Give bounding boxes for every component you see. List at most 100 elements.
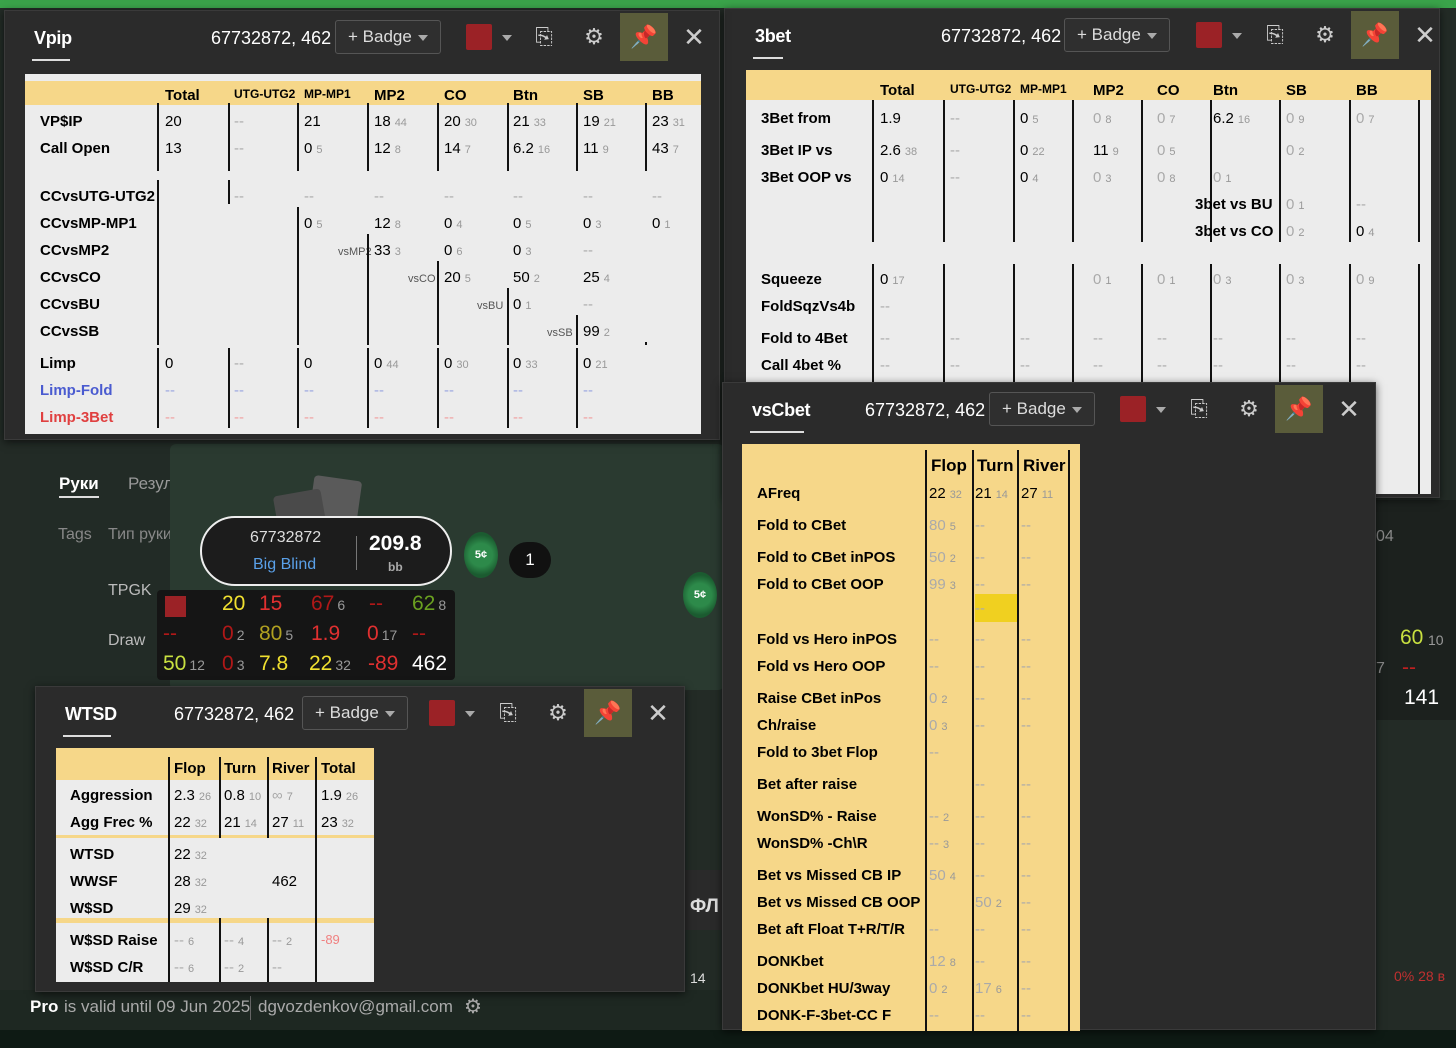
list-item[interactable]: Draw	[108, 632, 145, 650]
hud-stat[interactable]: --	[412, 622, 426, 646]
sample-size: 2	[1298, 146, 1305, 158]
close-icon[interactable]: ✕	[670, 13, 718, 61]
stat-value: --	[1021, 1007, 1031, 1024]
stat-value: 02	[1286, 142, 1305, 159]
stat-value: 21	[304, 113, 321, 130]
sample-size: 4	[456, 219, 463, 231]
window-vpip[interactable]: Vpip 67732872, 462 + Badge ⎘ ⚙ 📌 ✕ Total UTG-UTG…	[4, 10, 720, 440]
stat-value: 03	[1213, 271, 1232, 288]
gear-icon[interactable]: ⚙	[570, 13, 618, 61]
stat-value: --	[583, 242, 593, 259]
stat-value: --	[880, 330, 890, 347]
row-label: W$SD C/R	[70, 959, 144, 976]
copy-icon[interactable]: ⎘	[1175, 385, 1223, 433]
hud-stat[interactable]: 7.8	[259, 652, 288, 676]
column-divider	[297, 103, 299, 171]
hud-sample: 3	[236, 657, 245, 673]
hud-stat[interactable]: 62 8	[412, 592, 446, 616]
color-swatch[interactable]	[1196, 22, 1222, 48]
color-swatch[interactable]	[1120, 396, 1146, 422]
stat-value: 0 17	[880, 271, 905, 288]
pin-icon[interactable]: 📌	[1351, 11, 1399, 59]
window-title: WTSD	[65, 704, 117, 724]
sample-size: 11	[1041, 489, 1054, 501]
gear-icon[interactable]: ⚙	[534, 689, 582, 737]
tab-results[interactable]: Резул	[128, 474, 173, 494]
hud-stat[interactable]: 03	[222, 652, 244, 676]
pin-icon[interactable]: 📌	[584, 689, 632, 737]
sample-size: 3	[595, 219, 602, 231]
settings-icon[interactable]: ⚙	[464, 994, 482, 1019]
sample-size: 26	[345, 791, 359, 803]
pin-icon[interactable]: 📌	[620, 13, 668, 61]
hud-stat[interactable]: 80 5	[259, 622, 293, 646]
hud-stat[interactable]: 1.9	[311, 622, 340, 646]
stat-value: 27 11	[272, 814, 305, 831]
sample-size: 2	[286, 936, 293, 948]
hud-stat[interactable]: 0 17	[367, 622, 397, 646]
stat-value: 13	[165, 140, 182, 157]
hud-stat[interactable]: 50 12	[163, 652, 205, 676]
sample-size: 2	[949, 553, 956, 565]
hud-stat[interactable]: 15	[259, 592, 282, 616]
taskbar	[0, 1030, 1456, 1048]
add-badge-button[interactable]: + Badge	[302, 696, 408, 730]
pin-icon[interactable]: 📌	[1275, 385, 1323, 433]
stat-value: --	[304, 382, 314, 399]
stat-value: --	[1356, 357, 1366, 374]
sample-size: 2	[238, 963, 245, 975]
window-vscbet[interactable]: vsCbet 67732872, 462 + Badge ⎘ ⚙ 📌 ✕ Flop Turn Ri…	[722, 382, 1376, 1031]
color-swatch[interactable]	[466, 24, 492, 50]
chevron-down-icon	[417, 34, 428, 41]
hud-stat[interactable]: --	[369, 592, 383, 616]
gear-icon[interactable]: ⚙	[1301, 11, 1349, 59]
hud-sample: 6	[337, 597, 346, 613]
hud-stat[interactable]: 462	[412, 652, 447, 676]
color-swatch[interactable]	[429, 700, 455, 726]
chevron-down-icon[interactable]	[1232, 33, 1242, 39]
copy-icon[interactable]: ⎘	[520, 13, 568, 61]
sample-size: 17	[892, 275, 905, 287]
hud-stat[interactable]: -89	[368, 652, 398, 676]
hud-stat[interactable]: 02	[222, 622, 244, 646]
stat-value: --	[374, 188, 384, 205]
column-divider	[1349, 100, 1351, 242]
close-icon[interactable]: ✕	[634, 689, 682, 737]
stat-value: 04	[1356, 223, 1375, 240]
chevron-down-icon[interactable]	[502, 35, 512, 41]
add-badge-button[interactable]: + Badge	[989, 392, 1095, 426]
hud-stat[interactable]: --	[163, 622, 177, 646]
sample-size: 7	[1368, 114, 1375, 126]
filter-hand-type[interactable]: Тип руки	[108, 526, 172, 544]
footer-divider	[250, 996, 251, 1020]
stat-value: --	[1020, 357, 1030, 374]
player-seat[interactable]: 67732872 Big Blind 209.8 bb	[200, 516, 452, 586]
row-label: Call Open	[40, 140, 111, 157]
right-number: 04	[1376, 528, 1394, 545]
window-wtsd[interactable]: WTSD 67732872, 462 + Badge ⎘ ⚙ 📌 ✕ Flop Turn Rive…	[35, 686, 685, 992]
chevron-down-icon[interactable]	[465, 711, 475, 717]
stat-value: 6.2 16	[513, 140, 551, 157]
tab-hands[interactable]: Руки	[59, 474, 99, 494]
add-badge-button[interactable]: + Badge	[335, 20, 441, 54]
copy-icon[interactable]: ⎘	[1251, 11, 1299, 59]
chevron-down-icon[interactable]	[1156, 407, 1166, 413]
stat-value: 05	[304, 140, 323, 157]
stat-value: ∞ 7	[272, 787, 293, 804]
row-label: Bet vs Missed CB IP	[757, 867, 902, 884]
row-label: WonSD% -Ch\R	[757, 835, 868, 852]
row-label: W$SD	[70, 900, 114, 917]
stat-value: 01	[513, 296, 532, 313]
gear-icon[interactable]: ⚙	[1225, 385, 1273, 433]
list-item[interactable]: TPGK	[108, 582, 152, 600]
hud-stat[interactable]: 22 32	[309, 652, 351, 676]
column-divider	[367, 103, 369, 171]
close-icon[interactable]: ✕	[1401, 11, 1449, 59]
stat-value: --	[975, 517, 985, 534]
hud-stat[interactable]: 67 6	[311, 592, 345, 616]
copy-icon[interactable]: ⎘	[484, 689, 532, 737]
add-badge-button[interactable]: + Badge	[1064, 18, 1170, 52]
close-icon[interactable]: ✕	[1325, 385, 1373, 433]
filter-tags[interactable]: Tags	[58, 526, 92, 544]
hud-stat[interactable]: 20	[222, 592, 245, 616]
